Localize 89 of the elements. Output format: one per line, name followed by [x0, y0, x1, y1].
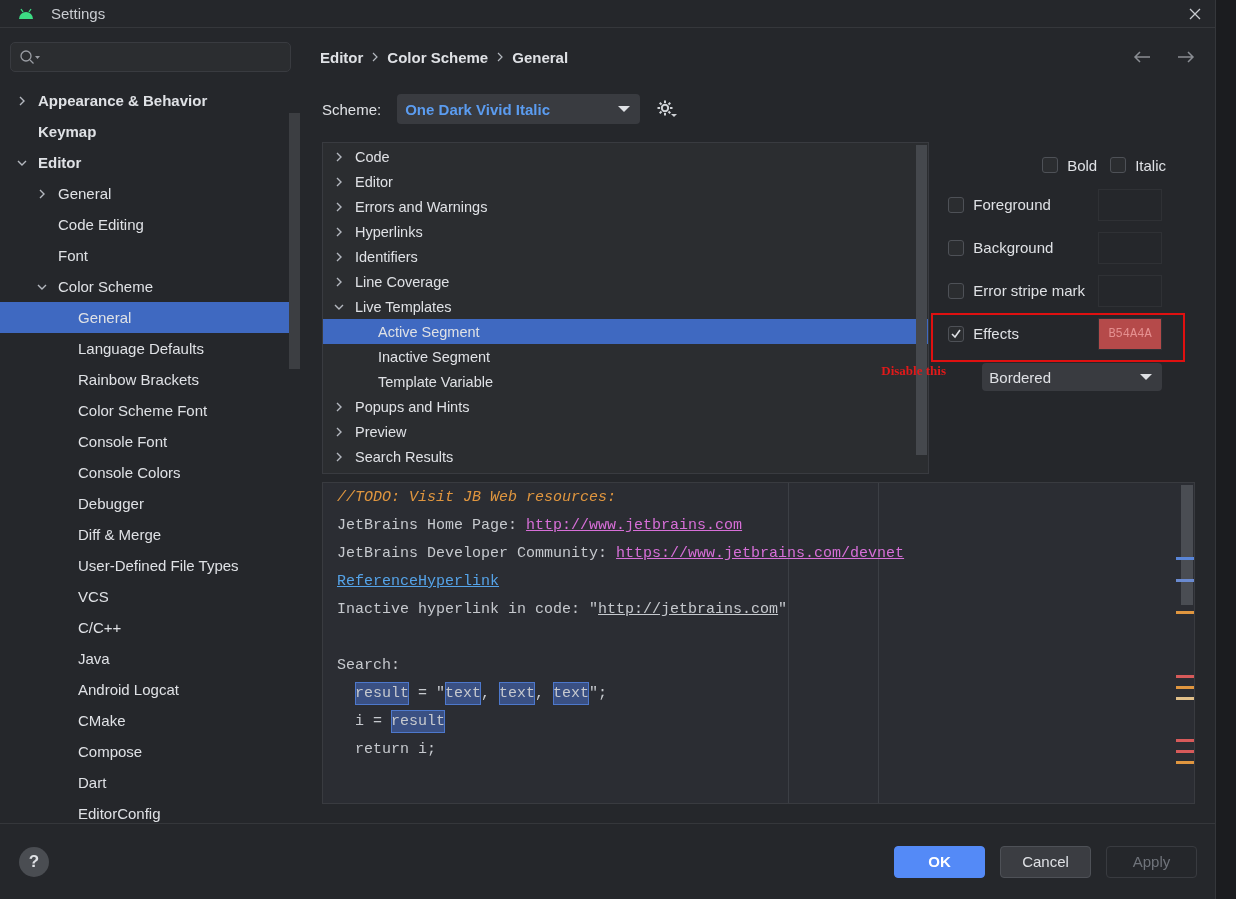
tree-item[interactable]: User-Defined File Types [0, 550, 239, 581]
tree-item[interactable]: CMake [0, 705, 126, 736]
tree-item[interactable]: Identifiers [323, 244, 418, 269]
annotation-text: Disable this [881, 363, 946, 379]
code-line: JetBrains Developer Community: https://www.jetbrains.com/devnet [337, 544, 906, 564]
code-line: Search: [337, 656, 401, 676]
dropdown-arrow-icon [1140, 373, 1152, 381]
tree-item[interactable]: Line Coverage [323, 269, 450, 294]
settings-icon[interactable] [656, 99, 679, 119]
code-line: return i; [354, 740, 437, 760]
code-line: //TODO: Visit JB Web resources: [337, 488, 618, 508]
checkbox[interactable] [948, 282, 965, 299]
tree-item[interactable]: Keymap [0, 116, 97, 147]
search-icon [19, 49, 41, 65]
tree-item[interactable]: General [0, 302, 289, 333]
hyperlink[interactable]: https://www.jetbrains.com/devnet [616, 545, 905, 562]
checkbox-label: Italic [1135, 156, 1166, 174]
breadcrumb-item[interactable]: General [512, 48, 569, 66]
checkbox[interactable] [948, 239, 965, 256]
tree-item[interactable]: Inactive Segment [323, 344, 491, 369]
code-line: i = result [337, 708, 1194, 736]
tree-item[interactable]: Preview [323, 419, 407, 444]
scrollbar-thumb[interactable] [289, 113, 300, 369]
back-arrow-icon[interactable] [1133, 51, 1151, 63]
check-icon [950, 327, 963, 340]
tree-item[interactable]: Console Colors [0, 457, 181, 488]
search-match: text [499, 682, 536, 705]
tree-item[interactable]: Language Defaults [0, 333, 204, 364]
checkbox[interactable] [1042, 157, 1059, 173]
breadcrumb-item[interactable]: Color Scheme [387, 48, 489, 66]
checkbox-label: Background [973, 239, 1054, 256]
search-field[interactable] [10, 42, 291, 72]
search-match: result [355, 682, 409, 705]
search-match: text [553, 682, 590, 705]
tree-item[interactable]: Editor [0, 147, 82, 178]
checkbox-label: Error stripe mark [973, 282, 1085, 299]
scheme-dropdown[interactable]: One Dark Vivid Italic [397, 94, 641, 124]
tree-item[interactable]: Code Editing [0, 209, 144, 240]
tree-item[interactable]: Color Scheme [0, 271, 154, 302]
code-line: Inactive hyperlink in code: "http://jetbrains.com" [337, 600, 789, 620]
tree-item[interactable]: C/C++ [0, 612, 122, 643]
window-title: Settings [51, 5, 107, 22]
tree-item[interactable]: Console Font [0, 426, 168, 457]
tree-item[interactable]: Hyperlinks [323, 219, 423, 244]
checkbox-label: Bold [1067, 156, 1098, 174]
checkbox[interactable] [948, 196, 965, 213]
tree-item[interactable]: Android Logcat [0, 674, 179, 705]
code-line: JetBrains Home Page: http://www.jetbrains.com [337, 516, 744, 536]
effect-dropdown[interactable]: Bordered [982, 363, 1162, 391]
tree-item[interactable]: EditorConfig [0, 798, 161, 823]
breadcrumb-separator-icon [496, 52, 505, 62]
checkbox[interactable] [1110, 157, 1127, 173]
dropdown-arrow-icon [618, 105, 631, 113]
forward-arrow-icon[interactable] [1177, 51, 1195, 63]
tree-item[interactable]: General [0, 178, 112, 209]
tree-item[interactable]: Font [0, 240, 88, 271]
help-button[interactable]: ? [19, 846, 49, 877]
breadcrumb-item[interactable]: Editor [320, 48, 364, 66]
tree-item[interactable]: Java [0, 643, 110, 674]
tree-item[interactable]: Diff & Merge [0, 519, 162, 550]
tree-item[interactable]: VCS [0, 581, 109, 612]
tree-item[interactable]: Code [323, 144, 390, 169]
scrollbar-thumb[interactable] [1181, 485, 1193, 605]
close-icon[interactable] [1189, 7, 1201, 20]
tree-item[interactable]: Errors and Warnings [323, 194, 488, 219]
tree-item[interactable]: Color Scheme Font [0, 395, 208, 426]
hyperlink[interactable]: http://www.jetbrains.com [526, 517, 743, 534]
code-line: result = "text, text, text"; [337, 680, 1194, 708]
dialog-button[interactable]: Cancel [1000, 845, 1091, 878]
search-match: text [445, 682, 482, 705]
tree-item[interactable]: Debugger [0, 488, 144, 519]
scheme-label: Scheme: [322, 100, 382, 118]
tree-item[interactable]: Template Variable [323, 369, 493, 394]
tree-item[interactable]: Compose [0, 736, 143, 767]
tree-item[interactable]: Popups and Hints [323, 394, 470, 419]
reference-link[interactable]: ReferenceHyperlink [337, 573, 500, 590]
android-logo-icon [18, 7, 34, 20]
tree-item[interactable]: Dart [0, 767, 107, 798]
tree-item[interactable]: Live Templates [323, 294, 452, 319]
checkbox-label: Foreground [973, 196, 1051, 213]
tree-item[interactable]: Appearance & Behavior [0, 85, 208, 116]
tree-item[interactable]: Search Results [323, 444, 454, 469]
tree-item[interactable]: Rainbow Brackets [0, 364, 199, 395]
checkbox[interactable] [948, 325, 965, 342]
checkbox-label: Effects [973, 325, 1019, 342]
tree-item[interactable]: Active Segment [323, 319, 929, 344]
search-match: result [391, 710, 446, 733]
breadcrumb-separator-icon [371, 52, 380, 62]
tree-item[interactable]: Editor [323, 169, 393, 194]
